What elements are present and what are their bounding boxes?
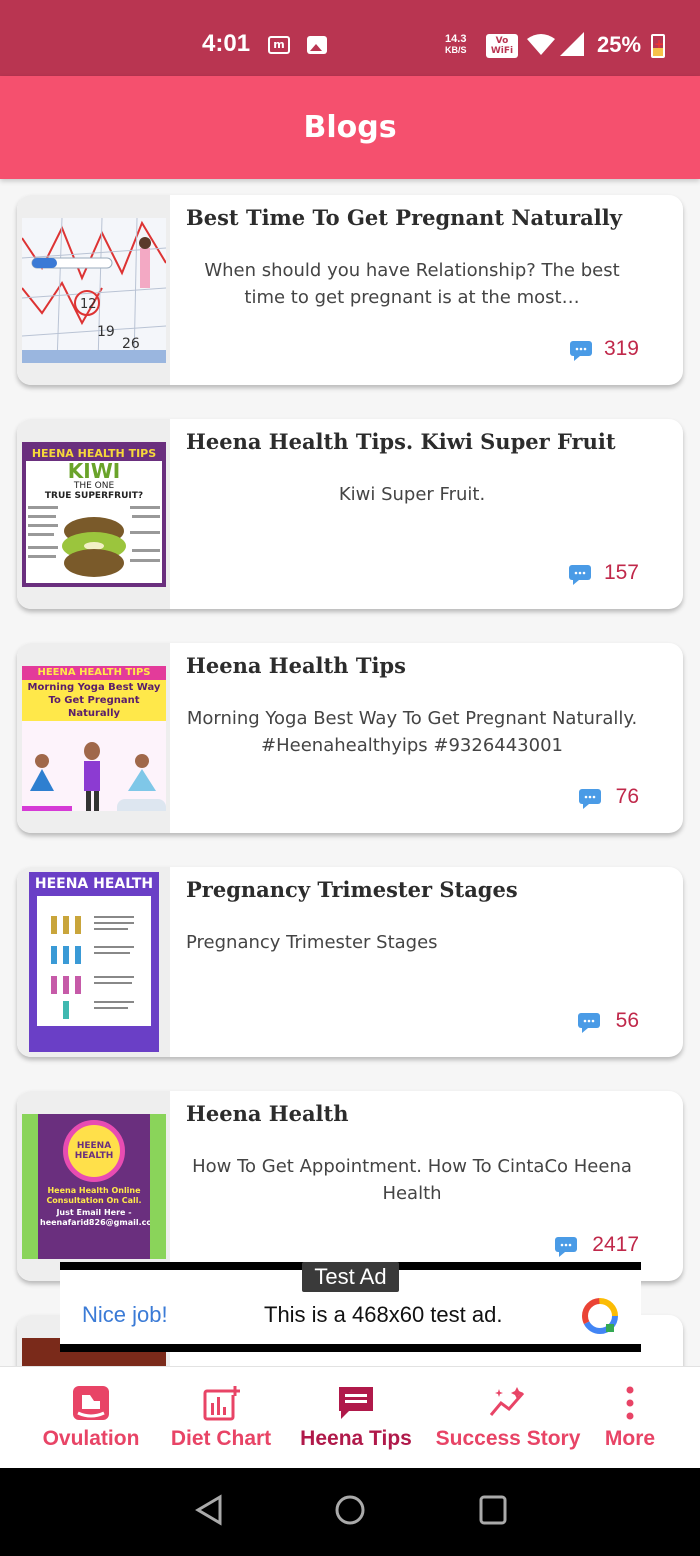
comment-count: 157 (603, 561, 639, 584)
thumb-header: HEENA HEALTH (34, 876, 154, 892)
nav-heena-tips[interactable]: Heena Tips (296, 1367, 416, 1469)
nav-diet-chart[interactable]: Diet Chart (162, 1367, 280, 1469)
svg-text:19: 19 (97, 324, 115, 340)
thumb-email: Just Email Here - heenafarid826@gmail.co… (40, 1208, 161, 1227)
blog-thumbnail: 12 19 26 (17, 195, 170, 385)
volte-label: Vo (495, 36, 509, 46)
notification-image-icon (307, 36, 327, 54)
thumb-subtitle: THE ONE (73, 481, 115, 491)
battery-level: 25% (597, 32, 642, 57)
thumb-title: Morning Yoga Best Way To Get Pregnant Na… (22, 680, 166, 721)
yoga-thumbnail-image: HEENA HEALTH TIPS Morning Yoga Best Way … (22, 666, 166, 811)
blog-card[interactable]: HEENA HEALTH Pregnancy Trimester Stages … (17, 867, 683, 1057)
chart-add-icon (203, 1385, 240, 1421)
nav-label: More (604, 1427, 656, 1450)
blog-title: Best Time To Get Pregnant Naturally (186, 205, 622, 230)
wifi-call-label: WiFi (490, 46, 514, 56)
ad-headline[interactable]: Nice job! (82, 1302, 168, 1328)
blog-card[interactable]: HEENA HEALTH Heena Health Online Consult… (17, 1091, 683, 1281)
nav-label: Heena Tips (300, 1427, 412, 1450)
blog-title: Pregnancy Trimester Stages (186, 877, 518, 902)
blog-title: Heena Health Tips (186, 653, 406, 678)
svg-text:26: 26 (122, 336, 140, 352)
signal-icon (560, 32, 584, 56)
blog-title: Heena Health Tips. Kiwi Super Fruit (186, 429, 616, 454)
recents-icon[interactable] (478, 1494, 508, 1526)
svg-text:12: 12 (80, 297, 97, 312)
yoga-illustration (22, 721, 166, 811)
blog-description: How To Get Appointment. How To CintaCo H… (192, 1156, 632, 1204)
trimester-thumbnail-image: HEENA HEALTH (29, 872, 159, 1052)
thumb-logo: HEENA HEALTH (74, 1141, 114, 1161)
ad-logo-icon (582, 1298, 618, 1334)
blog-description: Morning Yoga Best Way To Get Pregnant Na… (186, 708, 638, 756)
home-icon[interactable] (334, 1494, 366, 1526)
blog-description: Kiwi Super Fruit. (338, 484, 486, 505)
nav-label: Success Story (435, 1427, 581, 1450)
blog-title: Heena Health (186, 1101, 349, 1126)
thumb-header: HEENA HEALTH TIPS (22, 666, 166, 680)
rocking-horse-icon (73, 1386, 109, 1420)
status-time: 4:01 (202, 30, 251, 57)
kiwi-illustration (28, 506, 160, 577)
blog-thumbnail: HEENA HEALTH Heena Health Online Consult… (17, 1091, 170, 1281)
nav-more[interactable]: More (596, 1367, 664, 1469)
ad-text[interactable]: This is a 468x60 test ad. (264, 1302, 502, 1328)
volte-wifi-icon: Vo WiFi (486, 34, 518, 58)
blog-description: When should you have Relationship? The b… (204, 260, 620, 308)
network-speed-value: 14.3 (445, 33, 467, 45)
comment-icon (569, 565, 591, 585)
trimester-illustration (37, 896, 151, 1026)
ad-label: Test Ad (302, 1262, 399, 1292)
comment-icon (579, 789, 601, 809)
app-bar: Blogs (0, 76, 700, 179)
blog-thumbnail: HEENA HEALTH TIPS KIWI THE ONE TRUE SUPE… (17, 419, 170, 609)
thumb-title: KIWI (67, 459, 121, 483)
blog-list[interactable]: 12 19 26 Best Time To Get Pregnant Natur… (0, 179, 700, 1366)
blog-card[interactable]: 12 19 26 Best Time To Get Pregnant Natur… (17, 195, 683, 385)
more-vertical-icon (626, 1386, 634, 1420)
status-bar: 4:01 m 14.3 KB/S Vo WiFi 25% (0, 0, 700, 76)
blog-description: Pregnancy Trimester Stages (186, 932, 438, 953)
thumb-text: Heena Health Online Consultation On Call… (46, 1186, 142, 1205)
calendar-thumbnail-image: 12 19 26 (22, 218, 166, 363)
sparkle-graph-icon (489, 1387, 525, 1416)
nav-ovulation[interactable]: Ovulation (32, 1367, 150, 1469)
comment-count: 56 (615, 1009, 639, 1032)
page-title: Blogs (303, 110, 397, 145)
comment-count: 2417 (592, 1233, 639, 1256)
network-speed-unit: KB/S (445, 45, 467, 55)
comment-count: 76 (615, 785, 639, 808)
nav-label: Diet Chart (170, 1427, 272, 1450)
system-navigation-bar (0, 1468, 700, 1556)
wifi-icon (527, 34, 555, 55)
comment-icon (555, 1237, 577, 1257)
nav-success-story[interactable]: Success Story (434, 1367, 582, 1469)
bottom-navigation: Ovulation Diet Chart Heena Tips Success … (0, 1366, 700, 1468)
kiwi-thumbnail-image: HEENA HEALTH TIPS KIWI THE ONE TRUE SUPE… (22, 442, 166, 587)
nav-label: Ovulation (42, 1427, 140, 1450)
appointment-thumbnail-image: HEENA HEALTH Heena Health Online Consult… (22, 1114, 166, 1259)
battery-icon (651, 34, 665, 58)
blog-thumbnail: HEENA HEALTH (17, 867, 170, 1057)
comment-icon (578, 1013, 600, 1033)
comment-icon (570, 341, 592, 361)
back-icon[interactable] (194, 1494, 224, 1526)
notification-m-icon: m (268, 36, 290, 54)
chat-icon (339, 1387, 373, 1419)
blog-card[interactable]: HEENA HEALTH TIPS KIWI THE ONE TRUE SUPE… (17, 419, 683, 609)
network-speed: 14.3 KB/S (445, 34, 467, 56)
ad-banner[interactable]: Test Ad Nice job! This is a 468x60 test … (60, 1262, 641, 1352)
comment-count: 319 (603, 337, 639, 360)
blog-card[interactable]: HEENA HEALTH TIPS Morning Yoga Best Way … (17, 643, 683, 833)
blog-thumbnail: HEENA HEALTH TIPS Morning Yoga Best Way … (17, 643, 170, 833)
thumb-subtitle: TRUE SUPERFRUIT? (44, 491, 144, 501)
